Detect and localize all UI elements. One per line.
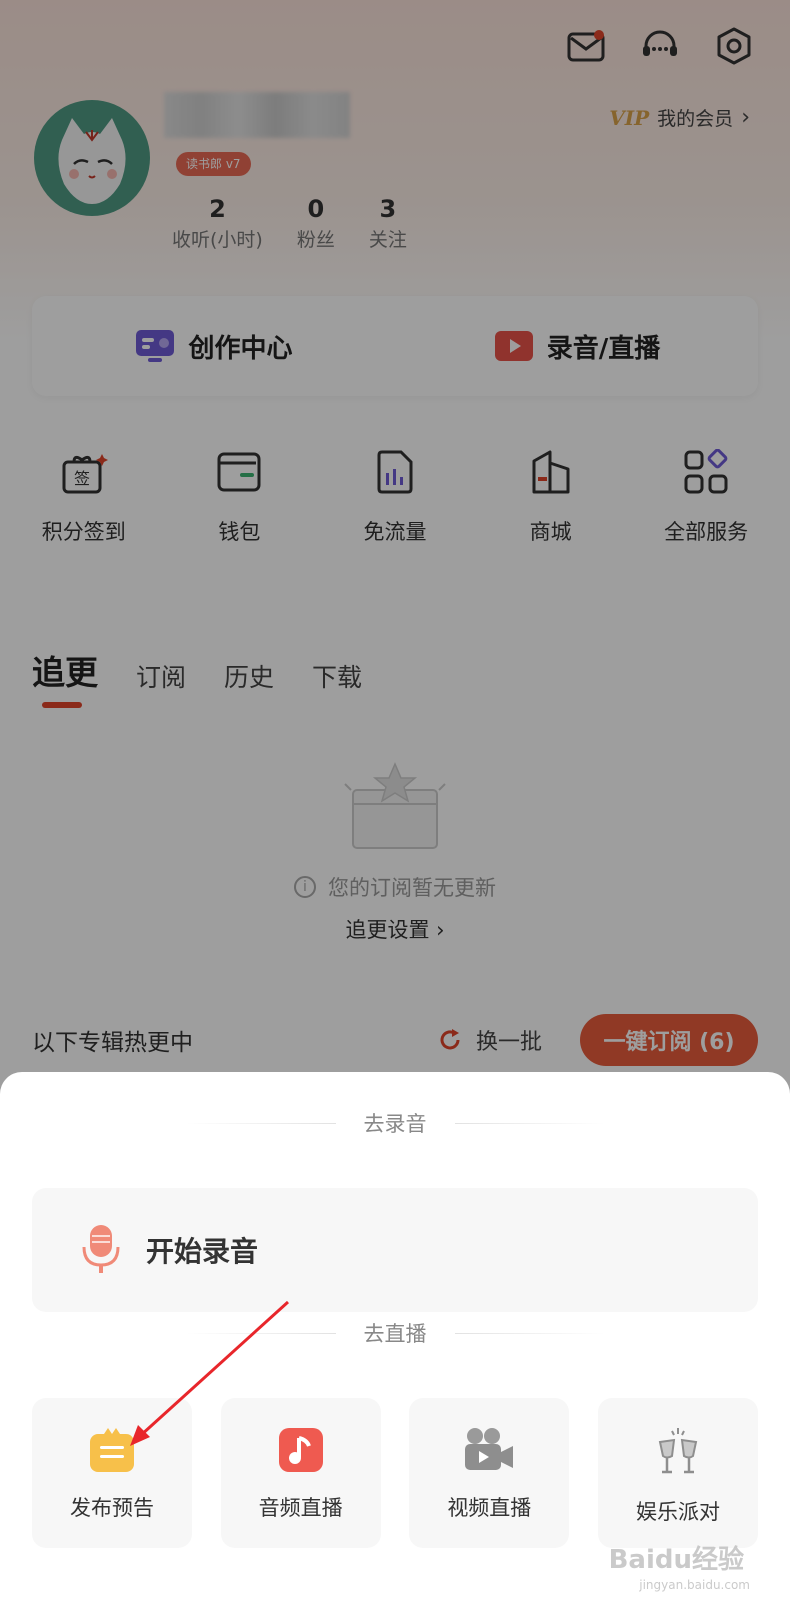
watermark-url: jingyan.baidu.com (639, 1578, 750, 1592)
record-section-header: 去录音 (0, 1108, 790, 1138)
live-option-label: 娱乐派对 (635, 1500, 720, 1524)
entertainment-party-button[interactable]: 娱乐派对 (597, 1398, 758, 1548)
watermark-brand: Baidu经验 (608, 1545, 744, 1575)
music-note-icon (278, 1428, 323, 1472)
record-live-sheet: 去录音 开始录音 去直播 发布预告 音频直播 视频直播 娱乐派对 Baidu经验… (0, 1072, 790, 1600)
announcement-icon (90, 1428, 134, 1472)
start-recording-label: 开始录音 (146, 1235, 259, 1268)
divider (185, 1332, 336, 1334)
live-option-label: 音频直播 (258, 1496, 343, 1520)
divider (454, 1122, 605, 1124)
live-option-label: 发布预告 (70, 1496, 154, 1520)
live-section-title: 去直播 (363, 1322, 427, 1346)
microphone-icon (82, 1225, 120, 1273)
audio-live-button[interactable]: 音频直播 (220, 1398, 381, 1548)
record-section-title: 去录音 (363, 1112, 427, 1136)
divider (185, 1122, 336, 1124)
start-recording-button[interactable]: 开始录音 (32, 1188, 758, 1312)
cheers-icon (658, 1428, 698, 1474)
live-options: 发布预告 音频直播 视频直播 娱乐派对 (32, 1398, 758, 1548)
video-live-button[interactable]: 视频直播 (409, 1398, 570, 1548)
publish-announcement-button[interactable]: 发布预告 (32, 1398, 192, 1548)
live-option-label: 视频直播 (447, 1496, 532, 1520)
live-section-header: 去直播 (0, 1318, 790, 1348)
video-camera-icon (465, 1428, 514, 1470)
divider (454, 1332, 605, 1334)
